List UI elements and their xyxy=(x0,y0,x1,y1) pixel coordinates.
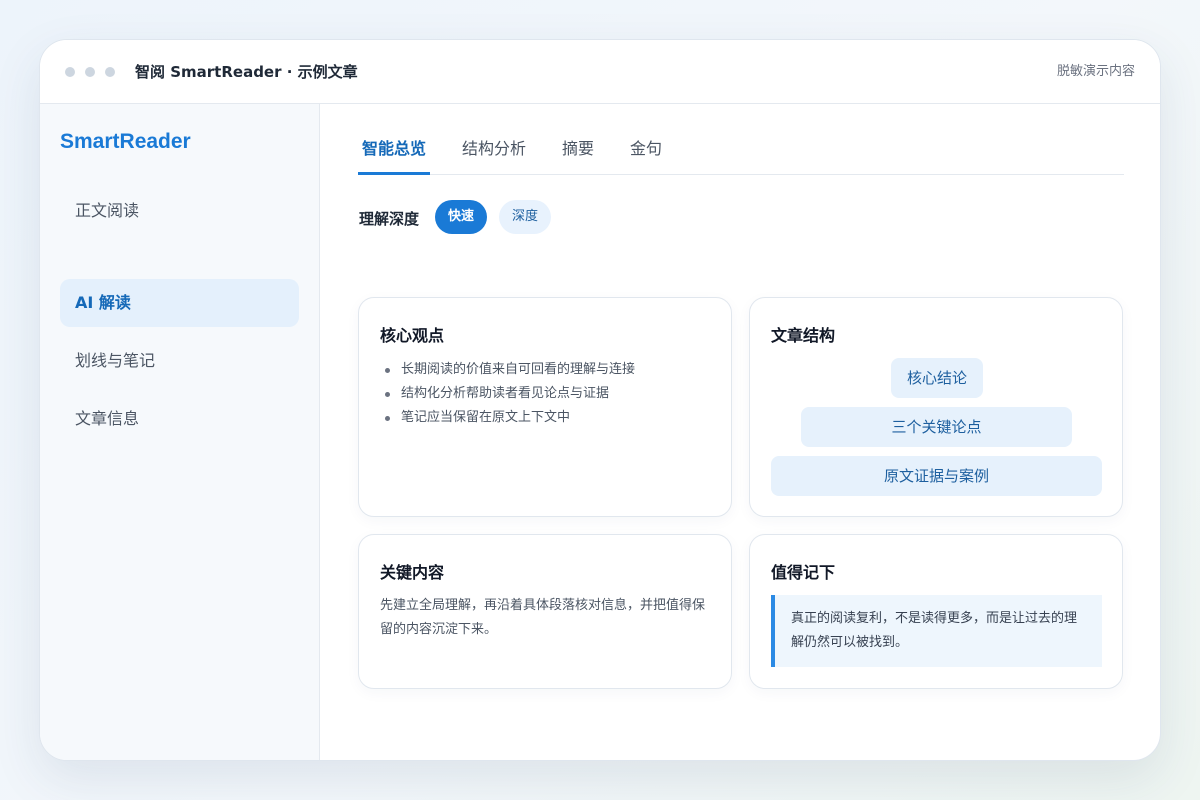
structure-level-evidence: 原文证据与案例 xyxy=(771,456,1102,496)
window-close-dot[interactable] xyxy=(65,67,75,77)
key-content-text: 先建立全局理解，再沿着具体段落核对信息，并把值得保留的内容沉淀下来。 xyxy=(380,598,706,637)
card-title: 值得记下 xyxy=(771,563,836,582)
structure-level-conclusion: 核心结论 xyxy=(891,358,983,398)
depth-option-deep[interactable]: 深度 xyxy=(499,200,551,234)
worth-noting-card: 值得记下 真正的阅读复利，不是读得更多，而是让过去的理解仍然可以被找到。 xyxy=(749,534,1123,689)
list-item: 结构化分析帮助读者看见论点与证据 xyxy=(382,382,722,406)
tab-golden-quotes[interactable]: 金句 xyxy=(626,135,666,175)
card-title: 文章结构 xyxy=(771,326,836,345)
title-bar: 智阅 SmartReader · 示例文章 脱敏演示内容 xyxy=(40,40,1160,104)
sidebar: SmartReader 正文阅读 AI 解读 划线与笔记 文章信息 xyxy=(40,104,320,760)
tab-summary[interactable]: 摘要 xyxy=(558,135,598,175)
app-window: 智阅 SmartReader · 示例文章 脱敏演示内容 SmartReader… xyxy=(39,39,1161,761)
tab-bar: 智能总览 结构分析 摘要 金句 xyxy=(358,104,1124,175)
window-title: 智阅 SmartReader · 示例文章 xyxy=(135,63,358,81)
card-title: 核心观点 xyxy=(380,326,445,345)
window-minimize-dot[interactable] xyxy=(85,67,95,77)
depth-option-quick[interactable]: 快速 xyxy=(435,200,487,234)
brand-logo: SmartReader xyxy=(60,130,191,153)
key-content-card: 关键内容 先建立全局理解，再沿着具体段落核对信息，并把值得保留的内容沉淀下来。 xyxy=(358,534,732,689)
card-title: 关键内容 xyxy=(380,563,445,582)
quote-block: 真正的阅读复利，不是读得更多，而是让过去的理解仍然可以被找到。 xyxy=(771,595,1102,667)
demo-content-note: 脱敏演示内容 xyxy=(1056,64,1135,79)
tab-smart-overview[interactable]: 智能总览 xyxy=(358,135,431,175)
article-structure-card: 文章结构 核心结论 三个关键论点 原文证据与案例 xyxy=(749,297,1123,517)
list-item: 笔记应当保留在原文上下文中 xyxy=(382,406,722,430)
sidebar-item-ai-interpretation[interactable]: AI 解读 xyxy=(60,279,299,327)
core-viewpoints-card: 核心观点 长期阅读的价值来自可回看的理解与连接 结构化分析帮助读者看见论点与证据… xyxy=(358,297,732,517)
core-points-list: 长期阅读的价值来自可回看的理解与连接 结构化分析帮助读者看见论点与证据 笔记应当… xyxy=(382,358,722,430)
depth-label: 理解深度 xyxy=(359,210,420,228)
window-maximize-dot[interactable] xyxy=(105,67,115,77)
sidebar-item-highlights-notes[interactable]: 划线与笔记 xyxy=(60,337,299,385)
list-item: 长期阅读的价值来自可回看的理解与连接 xyxy=(382,358,722,382)
main-panel: 智能总览 结构分析 摘要 金句 理解深度 快速 深度 核心观点 长期阅读的价值来… xyxy=(321,104,1160,760)
sidebar-item-article-info[interactable]: 文章信息 xyxy=(60,395,299,443)
tab-structure-analysis[interactable]: 结构分析 xyxy=(458,135,530,175)
sidebar-item-reading[interactable]: 正文阅读 xyxy=(60,187,299,235)
structure-level-arguments: 三个关键论点 xyxy=(801,407,1072,447)
